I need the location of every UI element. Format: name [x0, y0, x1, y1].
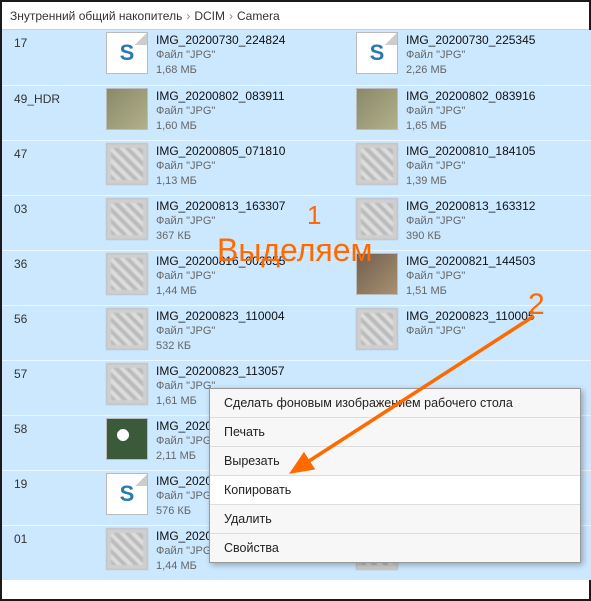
image-thumbnail — [106, 418, 148, 460]
file-name-fragment: 36 — [8, 253, 33, 275]
file-item[interactable]: 17 — [2, 30, 102, 85]
file-list[interactable]: 17 49_HDR 47 03 36 56 57 58 19 01 S IMG_20200730_2… — [2, 30, 589, 599]
file-name: IMG_20200816_002655 — [156, 253, 285, 269]
ctx-cut[interactable]: Вырезать — [210, 447, 580, 476]
file-item[interactable]: IMG_20200802_083911Файл "JPG"1,60 МБ — [102, 85, 352, 140]
file-icon: S — [106, 473, 148, 515]
image-thumbnail — [356, 308, 398, 350]
file-type: Файл "JPG" — [406, 48, 535, 63]
file-item[interactable]: IMG_20200823_110005Файл "JPG" — [352, 305, 591, 360]
file-name: IMG_20200730_225345 — [406, 32, 535, 48]
file-type: Файл "JPG" — [156, 324, 285, 339]
breadcrumb-seg[interactable]: DCIM — [192, 9, 227, 23]
file-name: IMG_20200802_083916 — [406, 88, 535, 104]
file-item[interactable]: 56 — [2, 305, 102, 360]
file-type: Файл "JPG" — [156, 104, 285, 119]
file-name-fragment: 58 — [8, 418, 33, 440]
file-name: IMG_20200805_071810 — [156, 143, 285, 159]
file-type: Файл "JPG" — [406, 324, 535, 339]
file-name-fragment: 56 — [8, 308, 33, 330]
file-name: IMG_20200821_144503 — [406, 253, 535, 269]
file-type: Файл "JPG" — [406, 159, 535, 174]
breadcrumb[interactable]: Знутренний общий накопитель › DCIM › Cam… — [2, 2, 589, 30]
file-name: IMG_20200823_110005 — [406, 308, 535, 324]
file-size: 367 КБ — [156, 229, 285, 244]
file-name-fragment: 19 — [8, 473, 33, 495]
file-name-fragment: 01 — [8, 528, 33, 550]
image-thumbnail — [356, 198, 398, 240]
file-item[interactable]: IMG_20200816_002655Файл "JPG"1,44 МБ — [102, 250, 352, 305]
file-name-fragment: 49_HDR — [8, 88, 66, 110]
file-size: 390 КБ — [406, 229, 535, 244]
file-item[interactable]: 19 — [2, 470, 102, 525]
file-name: IMG_20200813_163307 — [156, 198, 285, 214]
file-size: 1,65 МБ — [406, 119, 535, 134]
chevron-right-icon: › — [227, 9, 235, 23]
image-thumbnail — [106, 88, 148, 130]
file-type: Файл "JPG" — [156, 48, 285, 63]
context-menu: Сделать фоновым изображением рабочего ст… — [209, 388, 581, 563]
file-icon: S — [356, 32, 398, 74]
file-size: 2,26 МБ — [406, 63, 535, 78]
file-item[interactable]: IMG_20200813_163307Файл "JPG"367 КБ — [102, 195, 352, 250]
file-item[interactable]: 49_HDR — [2, 85, 102, 140]
file-size: 1,60 МБ — [156, 119, 285, 134]
ctx-set-wallpaper[interactable]: Сделать фоновым изображением рабочего ст… — [210, 389, 580, 418]
image-thumbnail — [106, 253, 148, 295]
file-item[interactable]: 47 — [2, 140, 102, 195]
file-type: Файл "JPG" — [156, 159, 285, 174]
file-item[interactable]: S IMG_20200730_224824Файл "JPG"1,68 МБ — [102, 30, 352, 85]
file-size: 1,68 МБ — [156, 63, 285, 78]
file-name: IMG_20200813_163312 — [406, 198, 535, 214]
file-name: IMG_20200823_110004 — [156, 308, 285, 324]
image-thumbnail — [356, 88, 398, 130]
file-item[interactable]: IMG_20200802_083916Файл "JPG"1,65 МБ — [352, 85, 591, 140]
file-name-fragment: 17 — [8, 32, 33, 54]
file-name: IMG_20200730_224824 — [156, 32, 285, 48]
ctx-delete[interactable]: Удалить — [210, 505, 580, 534]
file-size: 1,39 МБ — [406, 174, 535, 189]
file-type: Файл "JPG" — [156, 269, 285, 284]
file-type: Файл "JPG" — [406, 269, 535, 284]
file-item[interactable]: IMG_20200810_184105Файл "JPG"1,39 МБ — [352, 140, 591, 195]
file-name-fragment: 47 — [8, 143, 33, 165]
file-type: Файл "JPG" — [156, 214, 285, 229]
file-size: 1,51 МБ — [406, 284, 535, 299]
image-thumbnail — [356, 143, 398, 185]
image-thumbnail — [106, 363, 148, 405]
file-size: 532 КБ — [156, 339, 285, 354]
file-type: Файл "JPG" — [406, 104, 535, 119]
file-type: Файл "JPG" — [406, 214, 535, 229]
ctx-print[interactable]: Печать — [210, 418, 580, 447]
file-item[interactable]: 57 — [2, 360, 102, 415]
ctx-properties[interactable]: Свойства — [210, 534, 580, 562]
file-icon: S — [106, 32, 148, 74]
file-item[interactable]: S IMG_20200730_225345Файл "JPG"2,26 МБ — [352, 30, 591, 85]
file-name: IMG_20200810_184105 — [406, 143, 535, 159]
image-thumbnail — [106, 308, 148, 350]
file-name-fragment: 03 — [8, 198, 33, 220]
image-thumbnail — [106, 198, 148, 240]
image-thumbnail — [356, 253, 398, 295]
file-name: IMG_20200823_113057 — [156, 363, 285, 379]
chevron-right-icon: › — [184, 9, 192, 23]
file-item[interactable]: 58 — [2, 415, 102, 470]
file-name-fragment: 57 — [8, 363, 33, 385]
file-item[interactable]: IMG_20200813_163312Файл "JPG"390 КБ — [352, 195, 591, 250]
file-item[interactable]: IMG_20200805_071810Файл "JPG"1,13 МБ — [102, 140, 352, 195]
file-item[interactable]: 03 — [2, 195, 102, 250]
breadcrumb-seg[interactable]: Camera — [235, 9, 282, 23]
file-item[interactable]: IMG_20200821_144503Файл "JPG"1,51 МБ — [352, 250, 591, 305]
ctx-copy[interactable]: Копировать — [210, 476, 580, 505]
breadcrumb-seg[interactable]: Знутренний общий накопитель — [8, 9, 184, 23]
image-thumbnail — [106, 528, 148, 570]
file-item[interactable]: 36 — [2, 250, 102, 305]
file-name: IMG_20200802_083911 — [156, 88, 285, 104]
file-size: 1,44 МБ — [156, 284, 285, 299]
file-item[interactable]: 01 — [2, 525, 102, 580]
file-item[interactable]: IMG_20200823_110004Файл "JPG"532 КБ — [102, 305, 352, 360]
file-size: 1,13 МБ — [156, 174, 285, 189]
image-thumbnail — [106, 143, 148, 185]
